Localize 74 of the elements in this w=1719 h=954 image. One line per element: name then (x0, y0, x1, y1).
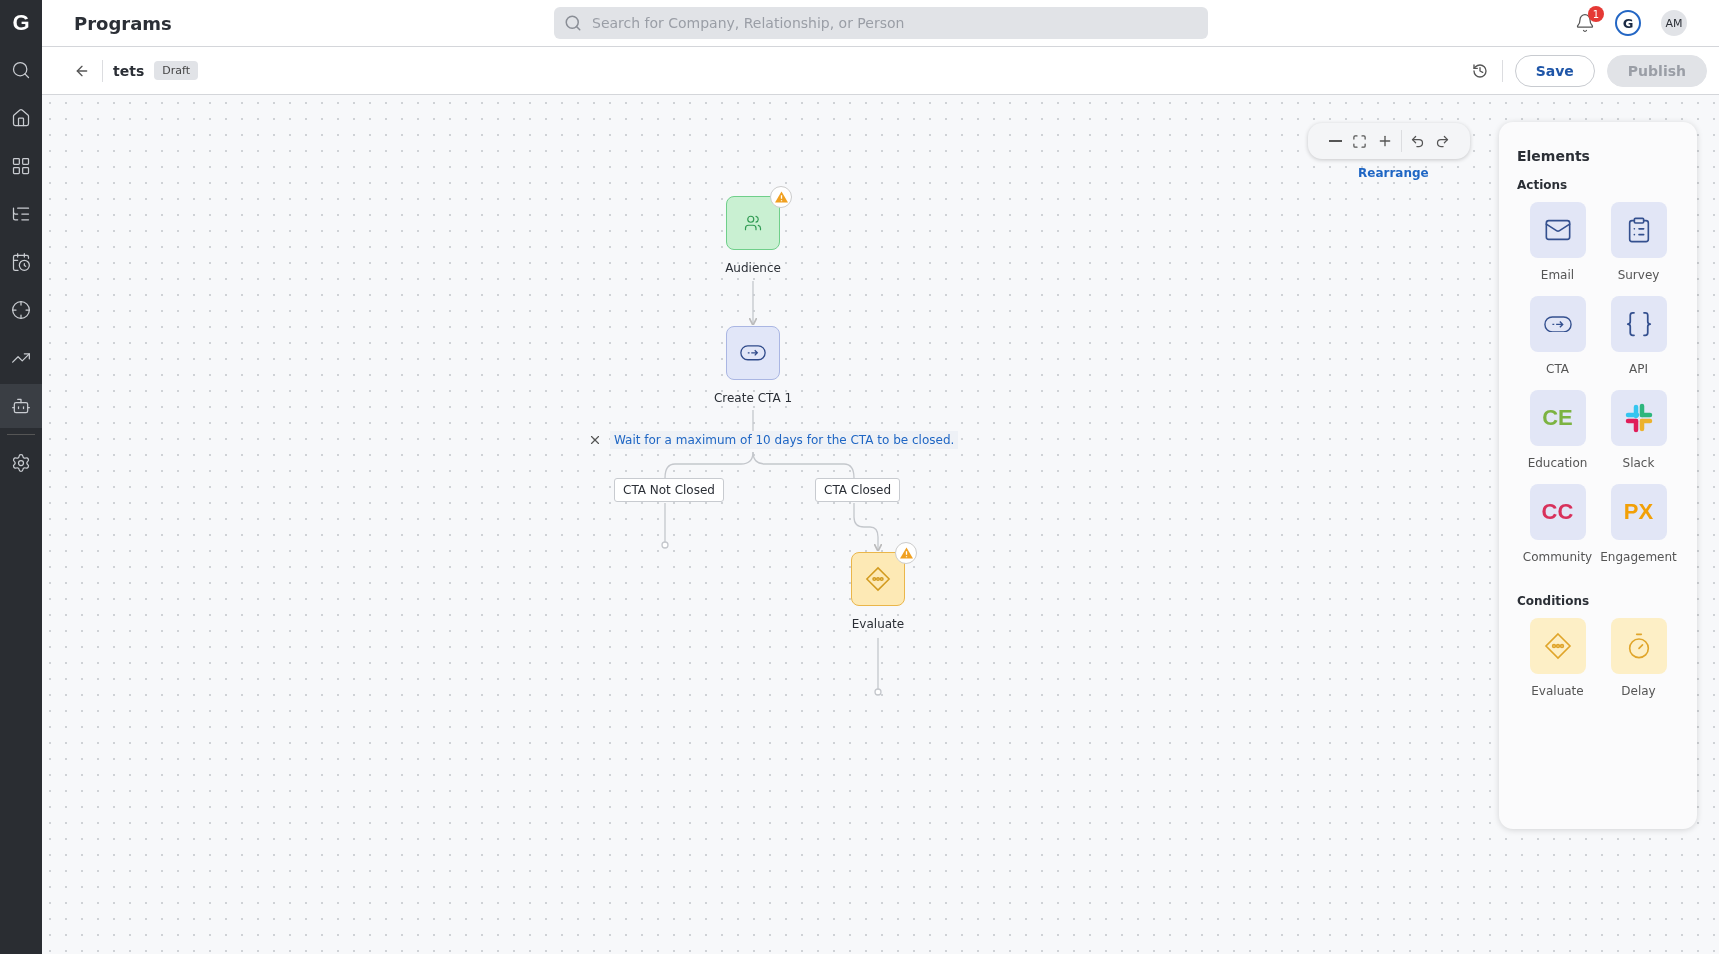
hash-logo-icon (1623, 403, 1654, 433)
notifications-icon[interactable] (1575, 13, 1595, 33)
branch-label[interactable]: CTA Not Closed (614, 478, 724, 502)
node-label: Audience (725, 261, 781, 275)
element-label: Slack (1622, 456, 1655, 470)
diamond-dots-icon (865, 566, 891, 592)
user-avatar[interactable]: AM (1661, 10, 1687, 36)
element-label: Survey (1617, 268, 1660, 282)
tile-monogram: CE (1542, 405, 1573, 431)
element-tile[interactable] (1610, 202, 1667, 258)
panel-title: Elements (1517, 148, 1591, 164)
undo-icon (1409, 133, 1425, 149)
program-name: tets (113, 62, 145, 79)
redo-icon (1434, 133, 1450, 149)
tile-monogram: PX (1623, 499, 1654, 525)
page-title: Programs (74, 12, 173, 34)
wait-condition-text: Wait for a maximum of 10 days for the CTA to be closed. (610, 431, 959, 449)
search-input[interactable]: Search for Company, Relationship, or Person (590, 14, 1198, 32)
cta-node[interactable] (726, 326, 780, 380)
grid-icon (11, 156, 31, 176)
people-icon (744, 214, 762, 232)
node-label: Create CTA 1 (713, 391, 793, 405)
search-bar[interactable]: Search for Company, Relationship, or Person (554, 7, 1208, 39)
element-label: Email (1540, 268, 1575, 282)
element-tile[interactable] (1529, 618, 1586, 674)
audience-node[interactable] (726, 196, 780, 250)
diamond-dots-icon (1543, 632, 1572, 660)
settings-icon (11, 453, 31, 473)
search-icon (11, 60, 31, 80)
warning-icon (774, 191, 788, 203)
rearrange-link[interactable]: Rearrange (1352, 165, 1435, 181)
element-tile[interactable] (1610, 618, 1667, 674)
connector-line (664, 502, 666, 543)
sidebar-nav-button[interactable] (0, 384, 42, 428)
section-title: Conditions (1517, 594, 1591, 608)
close-icon (588, 433, 602, 447)
calendar-clock-icon (11, 252, 31, 272)
arrow-pill-icon (1543, 315, 1572, 333)
minus-icon (1328, 140, 1342, 142)
element-label: CTA (1546, 362, 1569, 376)
element-label: Engagement (1600, 550, 1677, 564)
evaluate-node[interactable] (851, 552, 905, 606)
element-label: Community (1522, 550, 1593, 564)
home-icon (11, 108, 31, 128)
element-label: API (1629, 362, 1648, 376)
status-tag: Draft (154, 61, 198, 80)
notification-count: 1 (1588, 6, 1604, 22)
robot-icon (11, 396, 31, 416)
element-label: Education (1527, 456, 1588, 470)
connector-line (752, 409, 754, 432)
element-tile[interactable] (1610, 296, 1667, 352)
section-title: Actions (1517, 178, 1569, 192)
warning-icon (899, 547, 913, 559)
arrow-pill-icon (740, 345, 766, 361)
branch-label[interactable]: CTA Closed (815, 478, 901, 502)
zoom-out-button[interactable] (1326, 138, 1344, 144)
element-tile[interactable] (1529, 296, 1586, 352)
element-tile[interactable]: CC (1529, 484, 1586, 540)
search-icon (564, 14, 582, 32)
target-icon (11, 300, 31, 320)
fit-screen-icon (1351, 133, 1367, 149)
node-label: Evaluate (851, 617, 905, 631)
save-button[interactable]: Save (1514, 54, 1595, 87)
element-tile[interactable] (1610, 390, 1667, 446)
brand-avatar[interactable]: G (1615, 10, 1641, 36)
element-tile[interactable] (1529, 202, 1586, 258)
app-logo[interactable]: G (6, 8, 36, 38)
connector-line (853, 502, 883, 553)
history-icon (1471, 62, 1488, 79)
element-label: Evaluate (1531, 684, 1584, 698)
connector-line (748, 280, 758, 327)
element-label: Delay (1621, 684, 1656, 698)
tile-monogram: CC (1541, 499, 1574, 525)
connector-line (877, 637, 879, 690)
